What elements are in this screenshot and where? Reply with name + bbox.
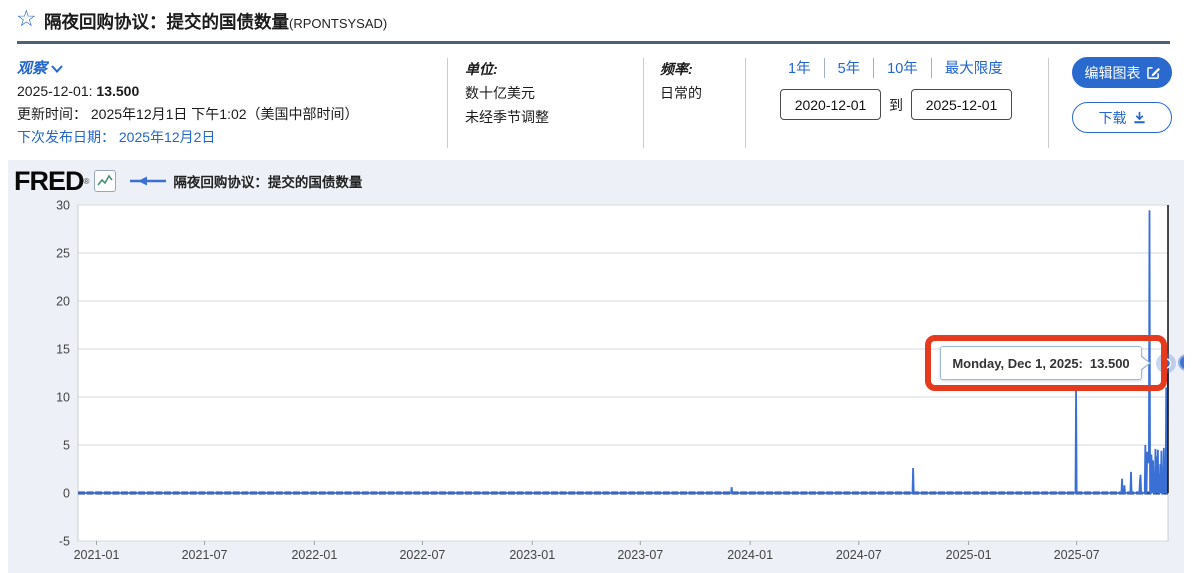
download-label: 下载 (1098, 109, 1127, 126)
y-tick-label: -5 (59, 535, 70, 549)
chart-tooltip: Monday, Dec 1, 2025: 13.500 (940, 346, 1151, 381)
favorite-star-icon[interactable]: ☆ (16, 7, 37, 30)
units-value: 数十亿美元 (465, 85, 535, 101)
download-button[interactable]: 下载 (1072, 102, 1172, 133)
edit-chart-label: 编辑图表 (1084, 64, 1141, 81)
y-tick-label: 20 (56, 295, 70, 309)
edit-icon (1146, 67, 1160, 79)
x-tick-label: 2025-07 (1054, 548, 1100, 562)
divider (643, 58, 644, 148)
divider (1048, 58, 1049, 148)
range-links: 1年 5年 10年 最大限度 (788, 57, 1045, 78)
edit-chart-button[interactable]: 编辑图表 (1072, 57, 1172, 88)
legend-line-icon (130, 176, 167, 186)
x-tick-label: 2024-07 (836, 548, 882, 562)
updated-label: 更新时间： (17, 106, 87, 122)
next-release-row: 下次发布日期： 2025年12月2日 (17, 126, 359, 149)
page-title: 隔夜回购协议：提交的国债数量(RPONTSYSAD) (44, 9, 387, 34)
end-date-input[interactable] (911, 89, 1012, 120)
units-adjustment: 未经季节调整 (465, 109, 549, 125)
range-link-5y[interactable]: 5年 (838, 57, 861, 78)
page-header: ☆ 隔夜回购协议：提交的国债数量(RPONTSYSAD) (0, 0, 1200, 44)
y-tick-label: 25 (56, 247, 70, 261)
frequency-value: 日常的 (660, 85, 702, 101)
range-section: 1年 5年 10年 最大限度 到 (780, 57, 1045, 120)
observation-section: 观察 2025-12-01: 13.500 更新时间： 2025年12月1日 下… (17, 57, 359, 149)
registered-mark: ® (83, 176, 90, 186)
download-icon (1133, 111, 1145, 124)
legend-label: 隔夜回购协议：提交的国债数量 (173, 175, 363, 190)
next-release-date[interactable]: 2025年12月2日 (119, 129, 216, 145)
separator (930, 57, 932, 78)
x-tick-label: 2021-07 (182, 548, 228, 562)
series-id: (RPONTSYSAD) (289, 16, 388, 31)
chart-header: FRED ® 隔夜回购协议：提交的国债数量 (14, 166, 362, 196)
divider (745, 58, 746, 148)
next-release-label: 下次发布日期： (17, 129, 115, 145)
units-label: 单位: (465, 61, 498, 77)
x-tick-label: 2021-01 (74, 548, 120, 562)
units-section: 单位: 数十亿美元 未经季节调整 (465, 57, 549, 129)
observation-value: 13.500 (96, 83, 140, 99)
to-label: 到 (889, 96, 903, 113)
header-divider (17, 41, 1170, 44)
updated-row: 更新时间： 2025年12月1日 下午1:02（美国中部时间） (17, 103, 359, 126)
fred-logo: FRED (14, 165, 84, 196)
observation-toggle[interactable]: 观察 (17, 57, 63, 80)
x-tick-label: 2025-01 (946, 548, 992, 562)
actions-section: 编辑图表 下载 (1072, 57, 1172, 133)
chart-container: -5 0 5 10 15 20 25 30 2021-01 2021-07 2022-01 2022-… (8, 160, 1184, 573)
range-dates: 到 (780, 89, 1045, 120)
x-tick-label: 2023-01 (509, 548, 555, 562)
range-link-max[interactable]: 最大限度 (945, 57, 1003, 78)
series-title: 隔夜回购协议：提交的国债数量 (44, 12, 289, 32)
range-link-1y[interactable]: 1年 (788, 57, 811, 78)
separator (873, 57, 875, 78)
start-date-input[interactable] (780, 89, 881, 120)
observation-row: 2025-12-01: 13.500 (17, 80, 359, 103)
data-point-marker (1160, 358, 1172, 369)
y-tick-label: 10 (56, 391, 70, 405)
x-tick-label: 2022-07 (399, 548, 445, 562)
range-link-10y[interactable]: 10年 (887, 57, 918, 78)
observation-date: 2025-12-01: (17, 83, 93, 99)
frequency-label: 频率: (660, 61, 693, 77)
updated-value: 2025年12月1日 下午1:02（美国中部时间） (90, 106, 359, 122)
y-tick-label: 5 (63, 439, 70, 453)
chart-legend[interactable]: 隔夜回购协议：提交的国债数量 (130, 171, 362, 191)
tooltip-date: Monday, Dec 1, 2025: (952, 355, 1083, 371)
separator (823, 57, 825, 78)
y-tick-label: 0 (63, 487, 70, 501)
observation-label: 观察 (17, 60, 48, 77)
x-tick-label: 2024-01 (727, 548, 773, 562)
x-tick-label: 2023-07 (617, 548, 663, 562)
chevron-down-icon (51, 64, 63, 73)
y-tick-label: 30 (56, 199, 70, 213)
info-bar: 观察 2025-12-01: 13.500 更新时间： 2025年12月1日 下… (0, 50, 1200, 155)
x-tick-label: 2022-01 (291, 548, 337, 562)
tooltip-value: 13.500 (1089, 355, 1130, 371)
y-tick-label: 15 (56, 343, 70, 357)
fred-chart-icon (94, 170, 117, 192)
divider (447, 58, 448, 148)
frequency-section: 频率: 日常的 (660, 57, 702, 105)
